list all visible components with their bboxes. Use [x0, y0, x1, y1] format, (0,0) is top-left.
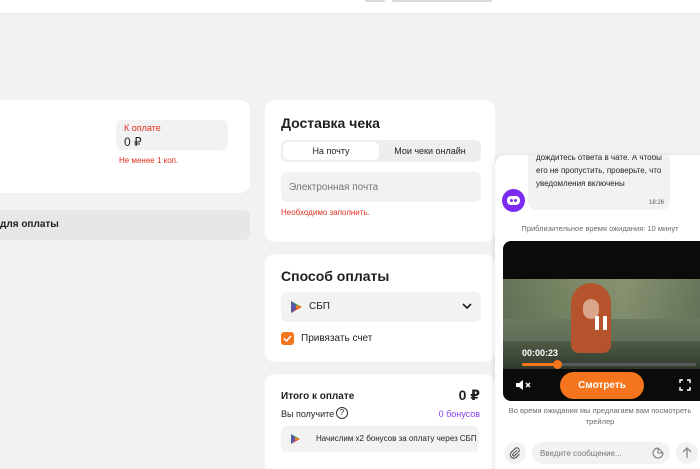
video-time: 00:00:23	[522, 348, 559, 358]
video-progress-bar[interactable]	[522, 360, 696, 369]
receipt-delivery-title: Доставка чека	[281, 115, 380, 131]
chat-input-row	[495, 437, 700, 469]
sbp-logo-icon	[291, 434, 300, 444]
total-value: 0 ₽	[458, 387, 480, 403]
topbar-element	[365, 0, 385, 2]
payment-method-select[interactable]: СБП	[281, 292, 481, 322]
chevron-down-icon	[462, 303, 472, 310]
bot-avatar-icon	[502, 189, 525, 212]
payment-method-selected: СБП	[309, 301, 330, 312]
watch-button[interactable]: Смотреть	[560, 372, 644, 399]
email-field[interactable]	[281, 172, 481, 202]
receive-label: Вы получите	[281, 409, 335, 419]
chat-message-time: 18:26	[648, 200, 664, 206]
tab-email[interactable]: На почту	[283, 142, 379, 160]
chat-message-input[interactable]	[532, 442, 670, 464]
amount-card: К оплате 0 ₽ Не менее 1 коп.	[0, 100, 250, 193]
amount-error: Не менее 1 коп.	[119, 156, 179, 165]
bonus-banner-text: Начислим x2 бонусов за оплату через СБП	[316, 434, 477, 443]
checkmark-icon	[283, 335, 292, 343]
mute-icon[interactable]	[516, 379, 532, 391]
send-button[interactable]	[676, 442, 698, 464]
sticker-icon[interactable]	[652, 447, 664, 459]
link-account-checkbox[interactable]	[281, 332, 294, 345]
wait-time-text: Приблизительное время ожидания: 10 минут	[521, 224, 679, 233]
help-icon[interactable]: ?	[336, 407, 348, 419]
amount-value: 0 ₽	[124, 135, 142, 149]
bonus-value: 0 бонусов	[438, 409, 480, 419]
chat-message: дождитесь ответа в чате. А чтобы его не …	[528, 155, 670, 210]
receipt-delivery-card: Доставка чека На почту Мои чеки онлайн Н…	[265, 100, 495, 242]
video-progress-handle[interactable]	[552, 360, 562, 369]
pause-icon[interactable]	[594, 316, 608, 330]
arrow-up-icon	[682, 447, 692, 458]
attach-button[interactable]	[504, 442, 526, 464]
trailer-video[interactable]: 00:00:23 Смотреть	[503, 241, 700, 401]
payment-method-bar[interactable]: для оплаты	[0, 210, 250, 240]
topbar-element	[392, 0, 492, 2]
bonus-banner: Начислим x2 бонусов за оплату через СБП	[281, 426, 479, 452]
total-title: Итого к оплате	[281, 391, 355, 402]
video-progress-fill	[522, 363, 557, 366]
amount-label: К оплате	[124, 123, 161, 133]
email-error: Необходимо заполнить.	[281, 208, 370, 217]
link-account-label: Привязать счет	[301, 333, 373, 344]
support-chat-panel: дождитесь ответа в чате. А чтобы его не …	[495, 155, 700, 469]
payment-method-bar-label: для оплаты	[0, 219, 59, 230]
delivery-tabs: На почту Мои чеки онлайн	[281, 140, 481, 162]
tab-online-receipts[interactable]: Мои чеки онлайн	[381, 142, 479, 160]
paperclip-icon	[509, 447, 520, 459]
trailer-note: Во время ожидания мы предлагаем вам посм…	[508, 406, 692, 426]
sbp-logo-icon	[291, 301, 302, 313]
payment-method-title: Способ оплаты	[281, 268, 390, 284]
fullscreen-icon[interactable]	[679, 379, 691, 391]
chat-message-text: дождитесь ответа в чате. А чтобы его не …	[536, 155, 662, 188]
top-bar	[0, 0, 700, 13]
payment-method-card: Способ оплаты СБП Привязать счет	[265, 254, 495, 362]
total-card: Итого к оплате 0 ₽ Вы получите ? 0 бонус…	[265, 374, 495, 469]
amount-input[interactable]: К оплате 0 ₽	[116, 120, 228, 150]
